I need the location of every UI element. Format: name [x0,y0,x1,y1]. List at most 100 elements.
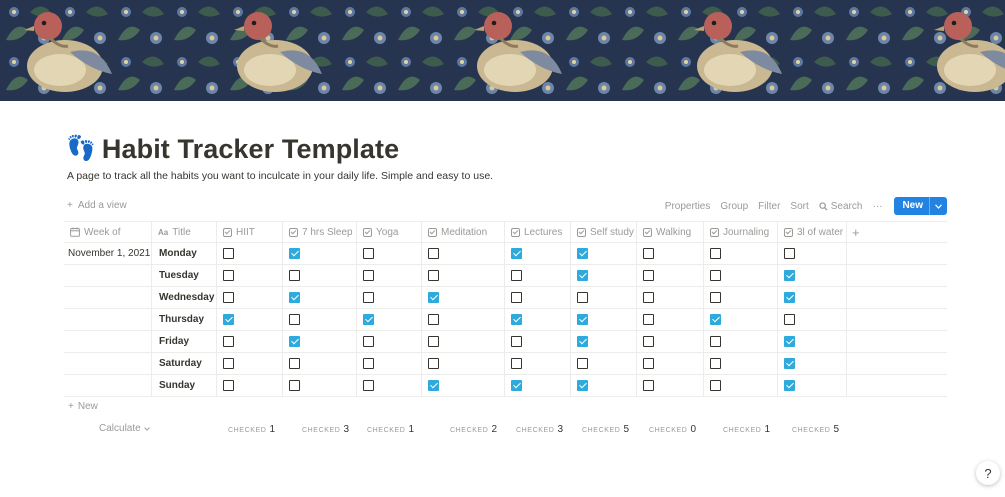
chevron-down-icon[interactable] [929,197,947,215]
title-cell[interactable]: Wednesday [152,287,217,308]
checkbox-unchecked[interactable] [511,358,522,369]
checkbox-unchecked[interactable] [643,380,654,391]
checkbox-unchecked[interactable] [428,336,439,347]
checkbox-unchecked[interactable] [577,292,588,303]
checkbox-unchecked[interactable] [223,248,234,259]
checkbox-checked[interactable] [289,292,300,303]
column-header-week[interactable]: Week of [64,222,152,242]
checkbox-checked[interactable] [511,380,522,391]
column-header-meditation[interactable]: Meditation [422,222,505,242]
new-row-button[interactable]: + New [68,401,98,412]
checkbox-unchecked[interactable] [784,314,795,325]
table-row[interactable]: Sunday [64,375,947,397]
checkbox-unchecked[interactable] [511,270,522,281]
checkbox-unchecked[interactable] [710,380,721,391]
column-header-journaling[interactable]: Journaling [704,222,778,242]
checkbox-checked[interactable] [577,380,588,391]
title-cell[interactable]: Saturday [152,353,217,374]
checkbox-unchecked[interactable] [643,358,654,369]
checkbox-checked[interactable] [577,314,588,325]
checkbox-unchecked[interactable] [363,248,374,259]
checkbox-checked[interactable] [710,314,721,325]
calculation-value[interactable]: CHECKED 5 [582,424,629,435]
week-cell[interactable] [64,375,152,396]
checkbox-unchecked[interactable] [577,358,588,369]
page-description[interactable]: A page to track all the habits you want … [67,170,493,182]
add-column-button[interactable]: + [847,222,947,242]
calculation-value[interactable]: CHECKED 1 [228,424,275,435]
checkbox-unchecked[interactable] [363,358,374,369]
checkbox-unchecked[interactable] [710,358,721,369]
checkbox-checked[interactable] [223,314,234,325]
checkbox-unchecked[interactable] [223,292,234,303]
checkbox-unchecked[interactable] [223,336,234,347]
week-cell[interactable] [64,287,152,308]
checkbox-unchecked[interactable] [428,358,439,369]
title-cell[interactable]: Friday [152,331,217,352]
checkbox-unchecked[interactable] [710,336,721,347]
sort-button[interactable]: Sort [790,201,808,212]
checkbox-unchecked[interactable] [643,336,654,347]
column-header-7-hrs-sleep[interactable]: 7 hrs Sleep [283,222,357,242]
search-button[interactable]: Search [819,201,862,212]
week-cell[interactable] [64,309,152,330]
checkbox-checked[interactable] [577,270,588,281]
checkbox-checked[interactable] [577,336,588,347]
checkbox-unchecked[interactable] [428,248,439,259]
checkbox-unchecked[interactable] [428,270,439,281]
calculate-button[interactable]: Calculate [99,423,150,434]
checkbox-checked[interactable] [363,314,374,325]
calculation-value[interactable]: CHECKED 1 [367,424,414,435]
new-button[interactable]: New [894,197,947,215]
checkbox-checked[interactable] [428,380,439,391]
table-row[interactable]: November 1, 2021 Monday [64,243,947,265]
checkbox-checked[interactable] [289,336,300,347]
calculation-value[interactable]: CHECKED 3 [516,424,563,435]
group-button[interactable]: Group [720,201,748,212]
week-cell[interactable]: November 1, 2021 [64,243,152,264]
table-row[interactable]: Thursday [64,309,947,331]
checkbox-unchecked[interactable] [289,314,300,325]
column-header-3l-of-water[interactable]: 3l of water [778,222,847,242]
checkbox-unchecked[interactable] [643,270,654,281]
checkbox-unchecked[interactable] [643,248,654,259]
column-header-lectures[interactable]: Lectures [505,222,571,242]
checkbox-unchecked[interactable] [223,270,234,281]
title-cell[interactable]: Thursday [152,309,217,330]
checkbox-checked[interactable] [428,292,439,303]
table-row[interactable]: Tuesday [64,265,947,287]
checkbox-checked[interactable] [784,292,795,303]
checkbox-checked[interactable] [289,248,300,259]
checkbox-unchecked[interactable] [223,358,234,369]
add-view-button[interactable]: + Add a view [67,200,127,211]
checkbox-unchecked[interactable] [784,248,795,259]
checkbox-unchecked[interactable] [363,270,374,281]
checkbox-checked[interactable] [577,248,588,259]
checkbox-unchecked[interactable] [710,292,721,303]
checkbox-unchecked[interactable] [511,292,522,303]
table-row[interactable]: Saturday [64,353,947,375]
checkbox-unchecked[interactable] [223,380,234,391]
title-cell[interactable]: Monday [152,243,217,264]
calculation-value[interactable]: CHECKED 3 [302,424,349,435]
calculation-value[interactable]: CHECKED 2 [450,424,497,435]
page-icon[interactable]: 👣 [66,133,96,165]
checkbox-checked[interactable] [784,380,795,391]
checkbox-checked[interactable] [511,248,522,259]
column-header-hiit[interactable]: HIIT [217,222,283,242]
checkbox-unchecked[interactable] [710,270,721,281]
title-cell[interactable]: Sunday [152,375,217,396]
checkbox-unchecked[interactable] [643,314,654,325]
checkbox-checked[interactable] [784,336,795,347]
filter-button[interactable]: Filter [758,201,780,212]
column-header-yoga[interactable]: Yoga [357,222,422,242]
title-cell[interactable]: Tuesday [152,265,217,286]
table-row[interactable]: Wednesday [64,287,947,309]
checkbox-unchecked[interactable] [289,380,300,391]
week-cell[interactable] [64,265,152,286]
calculation-value[interactable]: CHECKED 5 [792,424,839,435]
checkbox-unchecked[interactable] [289,270,300,281]
calculation-value[interactable]: CHECKED 1 [723,424,770,435]
column-header-self-study[interactable]: Self study [571,222,637,242]
week-cell[interactable] [64,353,152,374]
